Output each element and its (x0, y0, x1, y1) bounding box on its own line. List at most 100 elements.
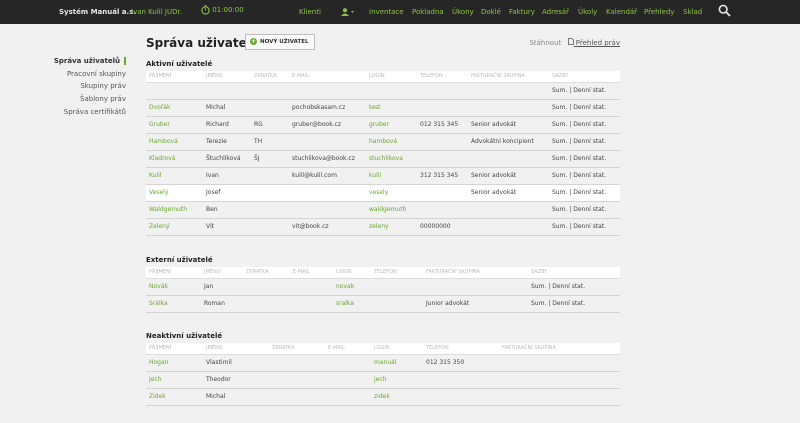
table-cell: sralka (333, 295, 371, 313)
nav-pokladna[interactable]: Pokladna (412, 8, 444, 16)
table-cell (243, 295, 290, 313)
table-cell[interactable]: Sum. | Denní stat. (528, 295, 620, 313)
table-row[interactable]: Srálka Roman sralka Junior advokát Sum. | De… (146, 295, 620, 313)
table-cell[interactable] (146, 82, 203, 100)
table-cell: waldgemuth (366, 201, 417, 219)
nav-sklad[interactable]: Sklad (683, 8, 702, 16)
table-cell (325, 371, 371, 389)
column-header[interactable]: FAKTURAČNÍ SKUPINA (423, 267, 528, 279)
timer[interactable]: 01:00:00 (201, 5, 244, 15)
table-cell[interactable]: Sum. | Denní stat. (549, 150, 620, 168)
search-button[interactable] (718, 4, 731, 19)
table-cell[interactable]: Gruber (146, 116, 203, 134)
column-header[interactable]: PŘÍJMENÍ (146, 71, 203, 83)
table-row[interactable]: Hogan Vlastimil manuál 012 315 350 (146, 354, 620, 372)
sidebar-item-user-management[interactable]: Správa uživatelů (54, 57, 126, 65)
table-row[interactable]: Jech Theodor jech (146, 371, 620, 389)
table-cell: Richard (203, 116, 251, 134)
table-cell (203, 82, 251, 100)
column-header[interactable]: FAKTURAČNÍ SKUPINA (499, 343, 620, 355)
table-cell[interactable]: Hambová (146, 133, 203, 151)
rights-overview-link[interactable]: Přehled práv (567, 38, 620, 47)
nav-ukony[interactable]: Úkony (452, 8, 474, 16)
table-row[interactable]: Novák Jan novak Sum. | Denní stat. (146, 278, 620, 296)
table-cell[interactable]: Sum. | Denní stat. (549, 167, 620, 185)
table-row[interactable]: Kladrová Štuchlíková ŠJ stuchlikova@book.cz… (146, 150, 620, 168)
table-row[interactable]: Sum. | Denní stat. (146, 82, 620, 100)
table-cell (417, 82, 468, 100)
column-header[interactable]: JMÉNO (201, 267, 243, 279)
column-header[interactable]: SAZBY (528, 267, 620, 279)
column-header[interactable]: ZKRATKA (251, 71, 289, 83)
column-header[interactable]: E-MAIL (289, 71, 366, 83)
nav-faktury[interactable]: Faktury (509, 8, 535, 16)
column-header[interactable]: ZKRATKA (269, 343, 325, 355)
table-row[interactable]: Waldgemuth Ben waldgemuth Sum. | Denní stat… (146, 201, 620, 219)
sidebar-item-rights-templates[interactable]: Šablony práv (80, 95, 126, 103)
table-row[interactable]: Gruber Richard RG gruber@book.cz gruber 012 3… (146, 116, 620, 134)
sidebar-item-work-groups[interactable]: Pracovní skupiny (67, 70, 126, 78)
nav-dokle[interactable]: Doklé (481, 8, 501, 16)
table-cell[interactable]: Dvořák (146, 99, 203, 117)
table-cell (417, 184, 468, 202)
table-cell[interactable]: Sum. | Denní stat. (549, 116, 620, 134)
column-header[interactable]: TELEFON (371, 267, 423, 279)
new-user-button[interactable]: + NOVÝ UŽIVATEL (245, 34, 315, 50)
table-row[interactable]: Hambová Terezie TH hambová Advokátní koncipi… (146, 133, 620, 151)
table-row[interactable]: Kulil Ivan kulil@kulil.com kulil 312 315 345… (146, 167, 620, 185)
column-header[interactable]: PŘÍJMENÍ (146, 267, 201, 279)
table-cell[interactable]: Veselý (146, 184, 203, 202)
nav-prehledy[interactable]: Přehledy (644, 8, 674, 16)
table-row[interactable]: Veselý Josef vesely Senior advokát Sum. | De… (146, 184, 620, 202)
column-header[interactable]: LOGIN (371, 343, 423, 355)
table-cell[interactable]: Novák (146, 278, 201, 296)
current-user-menu[interactable]: Ivan Kulil JUDr. (131, 8, 182, 16)
column-header[interactable]: TELEFON (417, 71, 468, 83)
table-cell[interactable]: Zídek (146, 388, 203, 406)
column-header[interactable]: TELEFON (423, 343, 499, 355)
nav-clients[interactable]: Klienti (299, 8, 321, 16)
table-cell[interactable]: Sum. | Denní stat. (528, 278, 620, 296)
column-header[interactable]: E-MAIL (290, 267, 333, 279)
table-cell[interactable]: Sum. | Denní stat. (549, 133, 620, 151)
sidebar-item-rights-groups[interactable]: Skupiny práv (80, 82, 126, 90)
column-header[interactable]: E-MAIL (325, 343, 371, 355)
column-header[interactable]: JMÉNO (203, 343, 269, 355)
nav-user-menu[interactable] (341, 8, 355, 18)
app-title[interactable]: Systém Manuál a.s. (59, 8, 136, 16)
sidebar-item-certificates[interactable]: Správa certifikátů (64, 108, 126, 116)
table-cell: Senior advokát (468, 167, 549, 185)
table-cell[interactable]: Sum. | Denní stat. (549, 99, 620, 117)
column-header[interactable]: FAKTURAČNÍ SKUPINA (468, 71, 549, 83)
column-header[interactable]: JMÉNO (203, 71, 251, 83)
table-cell[interactable]: Waldgemuth (146, 201, 203, 219)
nav-ukoly[interactable]: Úkoly (578, 8, 597, 16)
table-cell[interactable]: Sum. | Denní stat. (549, 82, 620, 100)
table-cell (499, 371, 620, 389)
table-row[interactable]: Zídek Michal zidek (146, 388, 620, 406)
table-cell: ŠJ (251, 150, 289, 168)
table-row[interactable]: Dvořák Michal pochobskasam.cz test Sum. | De… (146, 99, 620, 117)
table-cell[interactable]: Sum. | Denní stat. (549, 184, 620, 202)
nav-inventace[interactable]: Inventace (369, 8, 404, 16)
table-cell[interactable]: Hogan (146, 354, 203, 372)
column-header[interactable]: LOGIN (366, 71, 417, 83)
table-cell[interactable]: Kladrová (146, 150, 203, 168)
column-header[interactable]: LOGIN (333, 267, 371, 279)
table-row[interactable]: Zelený Vít vit@book.cz zeleny 00000000 Sum. |… (146, 218, 620, 236)
table-cell[interactable]: Sum. | Denní stat. (549, 201, 620, 219)
nav-adresar[interactable]: Adresář (542, 8, 569, 16)
table-cell: kulil (366, 167, 417, 185)
table-cell[interactable]: Kulil (146, 167, 203, 185)
table-cell (269, 371, 325, 389)
table-cell (423, 371, 499, 389)
table-cell[interactable]: Srálka (146, 295, 201, 313)
table-cell: gruber@book.cz (289, 116, 366, 134)
column-header[interactable]: PŘÍJMENÍ (146, 343, 203, 355)
table-cell[interactable]: Sum. | Denní stat. (549, 218, 620, 236)
table-cell[interactable]: Jech (146, 371, 203, 389)
nav-kalendar[interactable]: Kalendář (606, 8, 637, 16)
table-cell[interactable]: Zelený (146, 218, 203, 236)
column-header[interactable]: ZKRATKA (243, 267, 290, 279)
column-header[interactable]: SAZBY (549, 71, 620, 83)
